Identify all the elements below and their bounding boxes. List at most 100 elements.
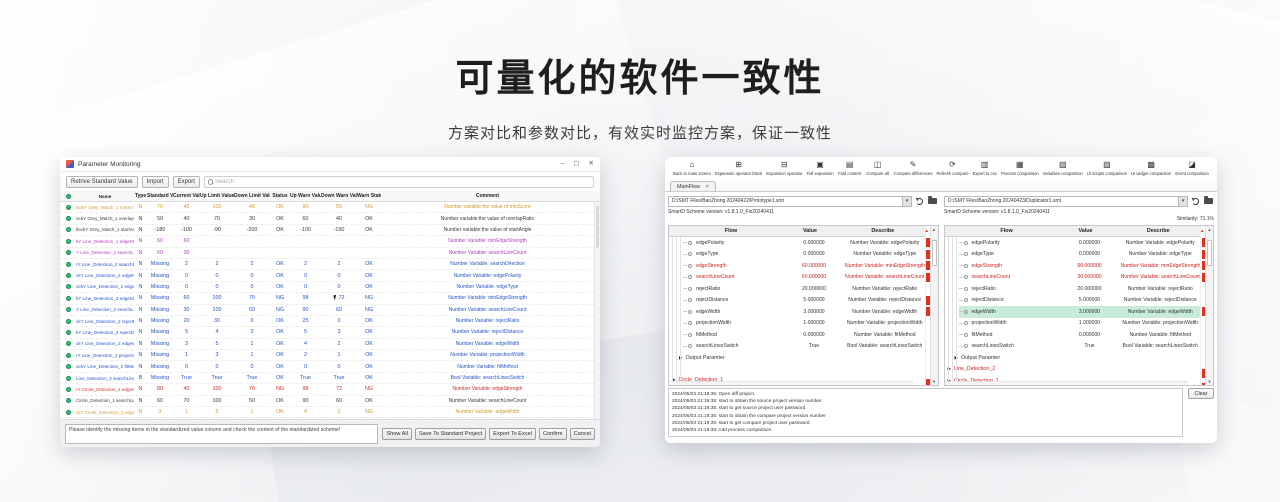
- compare-row[interactable]: edgeWidth3.000000Number Variable: edgeWi…: [683, 306, 925, 318]
- compare-row[interactable]: fitMethod0.000000Number Variable: fitMet…: [683, 329, 925, 341]
- col-value[interactable]: Value: [779, 228, 841, 234]
- compare-row[interactable]: edgeType0.000000Number Variable: edgeTyp…: [959, 249, 1201, 261]
- compare-row[interactable]: projectionWidth1.000000Number Variable: …: [959, 318, 1201, 330]
- compare-row[interactable]: rejectDistance5.000000Number Variable: r…: [959, 295, 1201, 307]
- table-row[interactable]: ockY Line_Detection_2 fitMethoNMissing00…: [60, 361, 594, 372]
- dropdown-icon[interactable]: ▾: [1178, 197, 1187, 206]
- table-row[interactable]: llockY Grey_Match_1 startAngeN-180-100-9…: [60, 225, 594, 236]
- scroll-down-icon[interactable]: ▼: [1208, 379, 1212, 384]
- tool-compare-all[interactable]: ◫Compare all: [866, 160, 890, 181]
- vertical-scrollbar[interactable]: ▲ ▼: [930, 226, 938, 385]
- scroll-up-icon[interactable]: ▲: [1208, 227, 1212, 232]
- compare-row[interactable]: projectionWidth1.000000Number Variable: …: [683, 318, 925, 330]
- table-row[interactable]: Y Line_Detection_1 searchLineN6030Number…: [60, 248, 594, 259]
- retrive-standard-value-button[interactable]: Retrive Standard Value: [66, 176, 138, 188]
- tool-process-comparison[interactable]: ▦Process comparison: [1001, 160, 1039, 181]
- compare-row[interactable]: searchLineCount60.000000Number Variable:…: [683, 272, 925, 284]
- compare-row[interactable]: edgePolarity0.000000Number Variable: edg…: [959, 237, 1201, 249]
- table-row[interactable]: kY Line_Detection_2 rejectDistaNMissing5…: [60, 327, 594, 338]
- minimize-button[interactable]: –: [561, 160, 565, 168]
- open-folder-button[interactable]: [927, 196, 938, 207]
- col-describe[interactable]: Describe: [1117, 228, 1201, 234]
- tool-export-to-csv[interactable]: ▥Export to csv: [973, 160, 997, 181]
- compare-row[interactable]: searchLinesSwitchTrueBool Variable: sear…: [683, 341, 925, 353]
- col-flow[interactable]: Flow: [683, 228, 779, 234]
- col-flow[interactable]: Flow: [959, 228, 1055, 234]
- table-row[interactable]: Circle_Detection_1 searchLineN607010050O…: [60, 396, 594, 407]
- table-row[interactable]: ockY Grey_Match_1 overlapRatN50407030OK6…: [60, 213, 594, 224]
- import-button[interactable]: Import: [142, 176, 169, 188]
- tool-compare-differences[interactable]: ✎Compare differences: [894, 160, 933, 181]
- table-row[interactable]: Line_Detection_2 searchLinesBMissingTrue…: [60, 373, 594, 384]
- compare-row[interactable]: edgeType0.000000Number Variable: edgeTyp…: [683, 249, 925, 261]
- col-describe[interactable]: Describe: [841, 228, 925, 234]
- compare-row[interactable]: edgePolarity0.000000Number Variable: edg…: [683, 237, 925, 249]
- table-row[interactable]: rY Line_Detection_2 searchDireNMissing22…: [60, 259, 594, 270]
- scroll-up-icon[interactable]: ▲: [932, 227, 936, 232]
- vertical-scrollbar[interactable]: [594, 202, 600, 419]
- col-name[interactable]: Name: [76, 194, 134, 199]
- maximize-button[interactable]: ▢: [573, 160, 579, 168]
- tree-node[interactable]: ▶Output Paramter: [955, 352, 1201, 364]
- tool-expansion-operator-block[interactable]: ⊞Expansion operator block: [715, 160, 762, 181]
- compare-row[interactable]: rejectRatio20.000000Number Variable: rej…: [959, 283, 1201, 295]
- refresh-button[interactable]: [914, 196, 925, 207]
- search-input[interactable]: [215, 179, 590, 185]
- col-down-warn-value[interactable]: Down Warn Value: [321, 193, 357, 199]
- refresh-button[interactable]: [1190, 196, 1201, 207]
- tool-ui-scripts-comparison[interactable]: ▨UI scripts comparison: [1087, 160, 1127, 181]
- table-row[interactable]: ckY Circle_Detection_1 edgeWiN3151OK42NG…: [60, 407, 594, 418]
- table-row[interactable]: ckY Line_Detection_2 rejectRaNMissing203…: [60, 316, 594, 327]
- tool-fold-content[interactable]: ▤Fold content: [838, 160, 862, 181]
- tree-node[interactable]: ▶Output Paramter: [679, 352, 925, 364]
- col-standard-value[interactable]: Standard Value: [147, 193, 173, 199]
- compare-row[interactable]: searchLinesSwitchTrueBool Variable: sear…: [959, 341, 1201, 353]
- cancel-button[interactable]: Cancel: [570, 428, 595, 440]
- compare-row[interactable]: searchLineCount30.000000Number Variable:…: [959, 272, 1201, 284]
- scrollbar-thumb[interactable]: [932, 240, 937, 266]
- compare-row[interactable]: fitMethod0.000000Number Variable: fitMet…: [959, 329, 1201, 341]
- tool-expansion-operator[interactable]: ⊟Expansion operator: [766, 160, 802, 181]
- scrollbar-thumb[interactable]: [596, 206, 599, 248]
- horizontal-scrollbar[interactable]: [669, 381, 913, 385]
- open-folder-button[interactable]: [1203, 196, 1214, 207]
- table-row[interactable]: ckY Line_Detection_2 edgeWidNMissing351O…: [60, 339, 594, 350]
- col-comment[interactable]: Comment: [381, 193, 594, 199]
- save-to-standard-project-button[interactable]: Save To Standard Project: [415, 428, 486, 440]
- vertical-scrollbar[interactable]: ▲ ▼: [1205, 226, 1213, 385]
- close-button[interactable]: ✕: [589, 160, 594, 168]
- tool-variables-comparison[interactable]: ▧Variables comparison: [1043, 160, 1083, 181]
- table-row[interactable]: ockY Line_Detection_2 edgeTypNMissing000…: [60, 282, 594, 293]
- target-path-field[interactable]: D:/SMT Files/BaoZhong 20240423/Duplicato…: [944, 196, 1188, 207]
- col-up-limit-value[interactable]: Up Limit Value: [200, 193, 234, 199]
- compare-row[interactable]: edgeWidth3.000000Number Variable: edgeWi…: [959, 306, 1201, 318]
- col-warn-status[interactable]: Warn Status: [357, 193, 381, 199]
- tool-event-comparison[interactable]: ◪Event comparison: [1175, 160, 1209, 181]
- compare-row[interactable]: edgeStrength60.000000Number Variable: mi…: [683, 260, 925, 272]
- diff-up-icon[interactable]: ▲: [1200, 228, 1204, 233]
- diff-up-icon[interactable]: ▲: [925, 228, 929, 233]
- table-row[interactable]: Y Line_Detection_2 searchLineNMissing301…: [60, 305, 594, 316]
- table-row[interactable]: rY Circle_Detection_1 edgeStreN804010070…: [60, 384, 594, 395]
- scroll-down-icon[interactable]: ▼: [932, 379, 936, 384]
- tool-full-expansion[interactable]: ▣Full expansion: [807, 160, 834, 181]
- col-down-limit-value[interactable]: Down Limit Value: [234, 193, 270, 199]
- show-all-button[interactable]: Show All: [382, 428, 411, 440]
- source-path-field[interactable]: D:/SMT Files/BaoZhong 20240422/Prototype…: [668, 196, 912, 207]
- table-row[interactable]: kY Line_Detection_1 edgeStreN6060Number …: [60, 236, 594, 247]
- table-row[interactable]: lockY Grey_Match_1 minScoreN704510040OK9…: [60, 202, 594, 213]
- tree-node[interactable]: ▶Line_Detection_2: [948, 364, 1201, 376]
- confirm-button[interactable]: Confirm: [539, 428, 567, 440]
- table-row[interactable]: rY Line_Detection_2 projectionNMissing13…: [60, 350, 594, 361]
- horizontal-scrollbar[interactable]: [945, 381, 1189, 385]
- tab-close-icon[interactable]: ✕: [705, 184, 709, 190]
- col-status[interactable]: Status: [270, 193, 290, 199]
- dropdown-icon[interactable]: ▾: [902, 197, 911, 206]
- tab-mainflow[interactable]: MainFlow ✕: [670, 181, 716, 191]
- search-box[interactable]: [204, 176, 594, 188]
- tool-ui-widget-comparison[interactable]: ▩UI widget comparison: [1131, 160, 1171, 181]
- col-type[interactable]: Type: [134, 193, 147, 199]
- compare-row[interactable]: rejectRatio20.000000Number Variable: rej…: [683, 283, 925, 295]
- scrollbar-thumb[interactable]: [1207, 240, 1212, 266]
- col-value[interactable]: Value: [1055, 228, 1117, 234]
